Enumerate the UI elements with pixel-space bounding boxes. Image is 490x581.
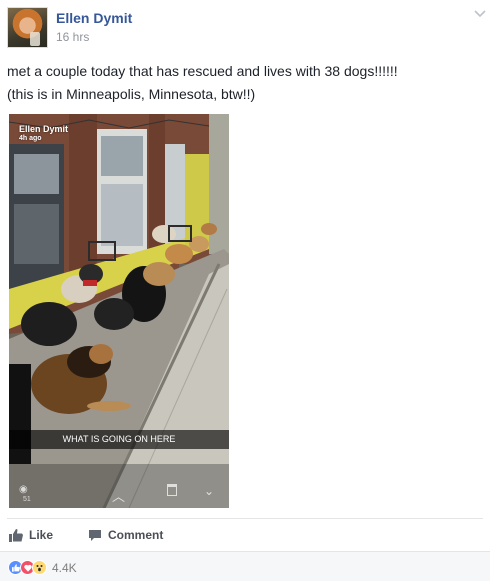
author-avatar[interactable] — [7, 7, 48, 48]
reaction-count[interactable]: 4.4K — [52, 561, 77, 575]
trash-icon — [167, 484, 177, 496]
wow-reaction-icon — [32, 560, 47, 575]
snap-caption: WHAT IS GOING ON HERE — [62, 434, 176, 444]
chevron-down-icon[interactable] — [473, 9, 487, 19]
comment-label: Comment — [108, 528, 164, 542]
post-photo[interactable]: Ellen Dymit 4h ago WHAT IS GOING ON HERE… — [9, 114, 229, 508]
like-label: Like — [29, 528, 54, 542]
reactions-footer: 4.4K — [0, 551, 490, 581]
like-button[interactable]: Like — [9, 526, 53, 544]
divider — [7, 518, 483, 519]
facebook-post: Ellen Dymit 16 hrs met a couple today th… — [0, 0, 490, 581]
comment-icon — [89, 529, 101, 541]
snap-timestamp: 4h ago — [19, 135, 42, 142]
author-name[interactable]: Ellen Dymit — [56, 10, 132, 26]
view-count: 51 — [23, 496, 31, 503]
reactions-summary[interactable]: 4.4K — [8, 560, 77, 575]
post-text-line-2: (this is in Minneapolis, Minnesota, btw!… — [7, 86, 256, 102]
snap-author-name: Ellen Dymit — [19, 124, 69, 134]
eye-icon: ◉ — [19, 484, 28, 495]
post-text-line-1: met a couple today that has rescued and … — [7, 63, 398, 79]
download-icon: ⌄ — [204, 484, 215, 498]
comment-button[interactable]: Comment — [88, 526, 163, 544]
thumbs-up-icon — [9, 528, 23, 542]
chevron-up-icon: ︿ — [112, 489, 126, 504]
post-timestamp[interactable]: 16 hrs — [56, 30, 89, 44]
